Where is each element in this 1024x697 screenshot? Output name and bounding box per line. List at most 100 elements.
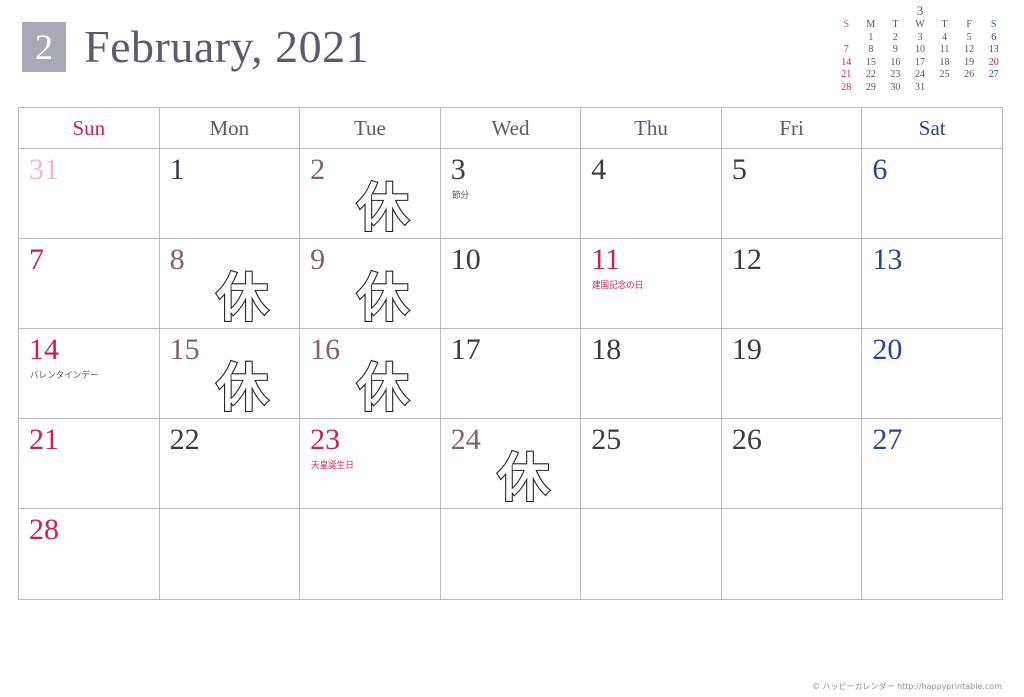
calendar-cell-empty	[158, 508, 301, 600]
mini-calendar-month-label: 3	[916, 3, 924, 18]
mini-day-10: 10	[914, 44, 925, 55]
calendar-cell-27[interactable]: 27	[861, 418, 1003, 509]
day-note: バレンタインデー	[30, 371, 99, 381]
day-number: 17	[450, 333, 481, 366]
calendar-cell-23[interactable]: 23 天皇誕生日	[299, 418, 441, 509]
day-number: 6	[872, 153, 888, 186]
mini-calendar-week: 28 29 30 31	[834, 82, 1006, 95]
day-number: 3	[450, 153, 466, 186]
calendar-week-row: 21 22 23 天皇誕生日 24 休 25 26 27	[18, 418, 1003, 510]
calendar-cell-19[interactable]: 19	[720, 328, 863, 419]
rest-day-mark: 休	[356, 358, 410, 420]
mini-calendar-next-month: 3 SMTWTFS 1 2 3 4 5 6 7 8 9 10 11 12 13 14 15 16 17 18 19 2…	[834, 4, 1006, 94]
day-number: 11	[591, 243, 621, 276]
calendar-cell-28[interactable]: 28	[18, 508, 160, 600]
rest-day-mark: 休	[496, 448, 550, 510]
mini-calendar-week: 7 8 9 10 11 12 13	[834, 44, 1006, 57]
calendar-cell-16[interactable]: 16 休	[299, 328, 441, 420]
footer-credit: © ハッピーカレンダー http://happyprintable.com	[811, 682, 1002, 691]
calendar-cell-18[interactable]: 18	[580, 328, 722, 419]
calendar-cell-5[interactable]: 5	[720, 148, 863, 239]
day-note: 天皇誕生日	[311, 461, 354, 471]
mini-day-24: 24	[914, 69, 925, 80]
mini-day-25: 25	[939, 69, 950, 80]
calendar-cell-12[interactable]: 12	[720, 238, 863, 329]
calendar-header: 2 February, 2021 3 SMTWTFS 1 2 3 4 5 6 7 8 9 10 11…	[0, 0, 1024, 105]
weekday-header-row: Sun Mon Tue Wed Thu Fri Sat	[18, 107, 1003, 149]
day-number: 13	[872, 243, 903, 276]
day-number: 28	[29, 513, 59, 546]
calendar-cell-31[interactable]: 31	[18, 148, 160, 239]
mini-day-29: 29	[865, 81, 876, 93]
mini-weekday-5: F	[966, 19, 972, 30]
day-number: 14	[29, 333, 59, 366]
weekday-header-sun: Sun	[18, 107, 160, 149]
day-number: 5	[731, 153, 747, 186]
mini-day-8: 8	[868, 44, 874, 55]
mini-day-2: 2	[892, 31, 898, 43]
calendar-cell-13[interactable]: 13	[861, 238, 1003, 329]
rest-day-mark: 休	[215, 268, 269, 330]
mini-weekday-0: S	[843, 19, 850, 30]
title-block: 2 February, 2021	[22, 22, 369, 72]
calendar-cell-15[interactable]: 15 休	[158, 328, 301, 420]
day-number: 20	[872, 333, 903, 366]
calendar-cell-1[interactable]: 1	[158, 148, 301, 239]
mini-day-26: 26	[964, 69, 975, 80]
day-number: 19	[731, 333, 762, 366]
calendar-cell-10[interactable]: 10	[439, 238, 582, 329]
mini-calendar-week: 14 15 16 17 18 19 20	[834, 57, 1006, 70]
calendar-cell-7[interactable]: 7	[18, 238, 160, 329]
calendar-body: 31 1 2 休 3 節分 4 5 6 7 8 休 9 休 10 11 建国記念の日 12 13 14 バレンタインデー…	[18, 148, 1003, 600]
mini-day-31: 31	[914, 81, 925, 93]
weekday-header-fri: Fri	[720, 107, 863, 149]
mini-day-7: 7	[843, 44, 849, 55]
mini-day-17: 17	[914, 56, 925, 68]
mini-day-11: 11	[939, 44, 950, 55]
mini-day-13: 13	[988, 44, 999, 55]
calendar-cell-22[interactable]: 22	[158, 418, 301, 509]
calendar-cell-20[interactable]: 20	[861, 328, 1003, 419]
calendar-week-row: 14 バレンタインデー 15 休 16 休 17 18 19 20	[18, 328, 1003, 420]
calendar-cell-empty	[299, 508, 441, 600]
mini-day-22: 22	[865, 69, 876, 80]
calendar-cell-4[interactable]: 4	[580, 148, 722, 239]
mini-weekday-1: M	[866, 19, 876, 30]
calendar-week-row: 31 1 2 休 3 節分 4 5 6	[18, 148, 1003, 240]
calendar-cell-2[interactable]: 2休	[299, 148, 441, 240]
calendar-cell-21[interactable]: 21	[18, 418, 160, 509]
calendar-cell-6[interactable]: 6	[861, 148, 1003, 239]
rest-day-mark: 休	[356, 268, 410, 330]
day-number: 21	[29, 423, 59, 456]
mini-calendar-week: 21 22 23 24 25 26 27	[834, 69, 1006, 82]
calendar-cell-8[interactable]: 8休	[158, 238, 301, 330]
calendar-cell-25[interactable]: 25	[580, 418, 722, 509]
calendar-cell-9[interactable]: 9休	[299, 238, 441, 330]
calendar-cell-11[interactable]: 11 建国記念の日	[580, 238, 722, 329]
calendar-cell-empty	[720, 508, 863, 600]
mini-day-empty	[932, 82, 957, 95]
mini-day-5: 5	[966, 31, 972, 43]
mini-day-4: 4	[942, 31, 948, 43]
page-title: February, 2021	[84, 21, 370, 72]
calendar-cell-24[interactable]: 24 休	[439, 418, 582, 510]
day-number: 25	[591, 423, 622, 456]
mini-day-9: 9	[892, 44, 898, 55]
calendar-cell-14[interactable]: 14 バレンタインデー	[18, 328, 160, 419]
calendar-cell-3[interactable]: 3 節分	[439, 148, 582, 239]
day-number: 7	[29, 243, 44, 276]
mini-day-empty	[981, 82, 1006, 95]
mini-day-23: 23	[890, 69, 901, 80]
calendar-cell-empty	[861, 508, 1003, 600]
mini-day-16: 16	[890, 56, 901, 68]
day-number: 31	[29, 153, 59, 186]
calendar-cell-26[interactable]: 26	[720, 418, 863, 509]
mini-day-6: 6	[991, 31, 997, 43]
day-number: 4	[591, 153, 607, 186]
month-number-badge: 2	[22, 22, 66, 72]
day-number: 27	[872, 423, 903, 456]
mini-day-empty	[834, 32, 859, 45]
weekday-header-tue: Tue	[299, 107, 441, 149]
calendar-cell-17[interactable]: 17	[439, 328, 582, 419]
day-number: 26	[731, 423, 762, 456]
